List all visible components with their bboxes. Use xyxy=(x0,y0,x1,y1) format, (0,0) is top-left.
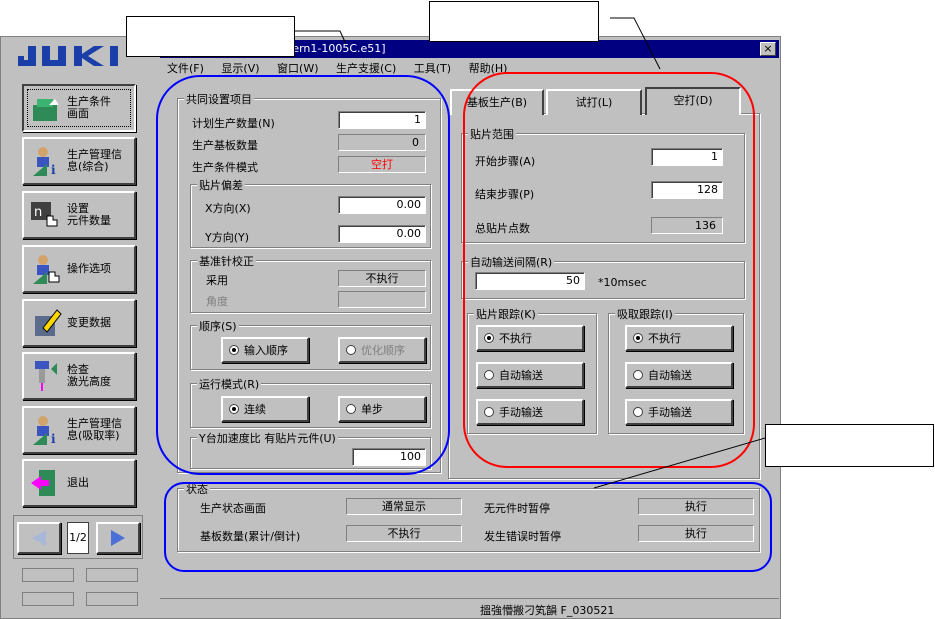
callout-box-3 xyxy=(765,424,934,467)
callout-leaders xyxy=(295,17,766,489)
callout-box-1 xyxy=(126,16,295,57)
callout-box-2 xyxy=(429,1,599,42)
